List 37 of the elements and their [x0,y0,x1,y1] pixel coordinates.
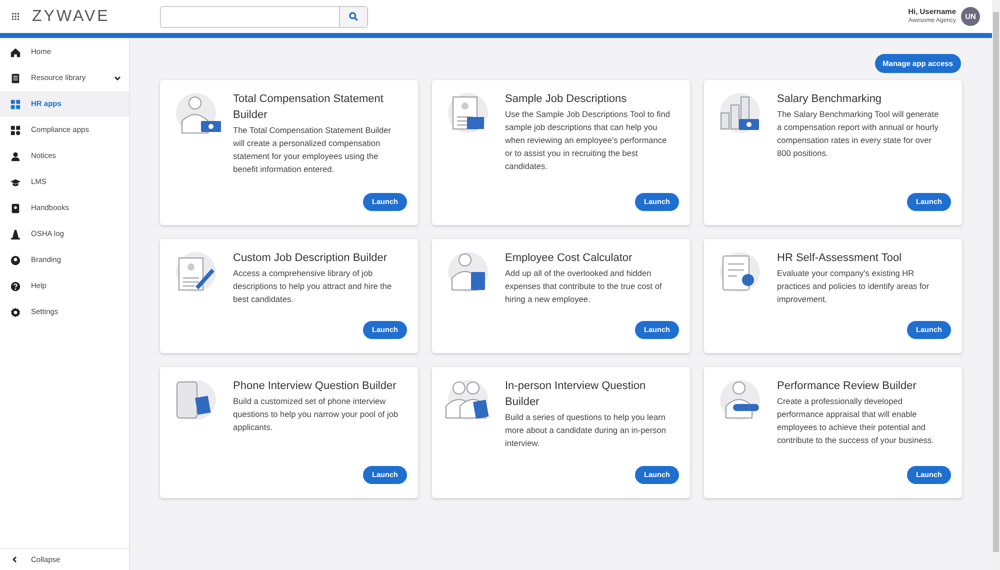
app-description: Create a professionally developed performance appraisal that will enable employees to achieve their potential and contribute to the success of your business. [777,395,935,447]
scrollbar[interactable] [992,0,1000,570]
person-icon [10,150,21,162]
app-title: HR Self-Assessment Tool [777,251,903,266]
home-icon [10,46,21,58]
app-title: Custom Job Description Builder [233,251,388,266]
app-title: In-person Interview Question Builder [505,379,647,410]
app-description: Evaluate your company's existing HR practices and policies to identify areas for improvement. [777,267,930,306]
app-title: Total Compensation Statement Builder [233,92,384,123]
grid-badge-icon [10,124,21,136]
apps-grid-icon[interactable] [12,13,19,20]
graduation-cap-icon [10,176,21,188]
app-description: The Salary Benchmarking Tool will generate a compensation report with annual or hourly compensation rates in every state for over 800 positions. [777,108,940,160]
app-description: Access a comprehensive library of job descriptions to help you attract and hire the best candidates. [233,267,393,306]
app-description: Build a series of questions to help you learn more about a candidate during an in-person interview. [505,411,667,450]
app-description: Build a customized set of phone interview questions to help you narrow your pool of job applicants. [233,395,400,434]
app-title: Salary Benchmarking [777,92,883,107]
app-title: Performance Review Builder [777,379,918,394]
app-title: Phone Interview Question Builder [233,379,398,394]
chevron-down-icon [114,76,121,80]
search-button[interactable] [338,6,367,26]
app-description: Use the Sample Job Descriptions Tool to find sample job descriptions that can help you when reviewing an employee's performance or to assist you in recruiting the best candidates. [505,108,671,173]
settings-icon [10,306,21,318]
book-icon [10,202,21,214]
document-icon [10,72,21,84]
help-icon [10,280,21,292]
logo[interactable]: ZYWAVE [32,4,110,28]
cone-icon [10,228,21,240]
search-field[interactable] [160,6,368,28]
grid-icon [10,98,21,110]
app-title: Employee Cost Calculator [505,251,634,266]
circle-icon [10,254,21,266]
app-description: Add up all of the overlooked and hidden expenses that contribute to the true cost of hiring a new employee. [505,267,663,306]
app-title: Sample Job Descriptions [505,92,628,107]
chevron-left-icon [12,556,17,563]
search-icon [348,12,358,21]
app-description: The Total Compensation Statement Builder will create a personalized compensation statement for your employees using the benefit information entered. [233,124,392,176]
